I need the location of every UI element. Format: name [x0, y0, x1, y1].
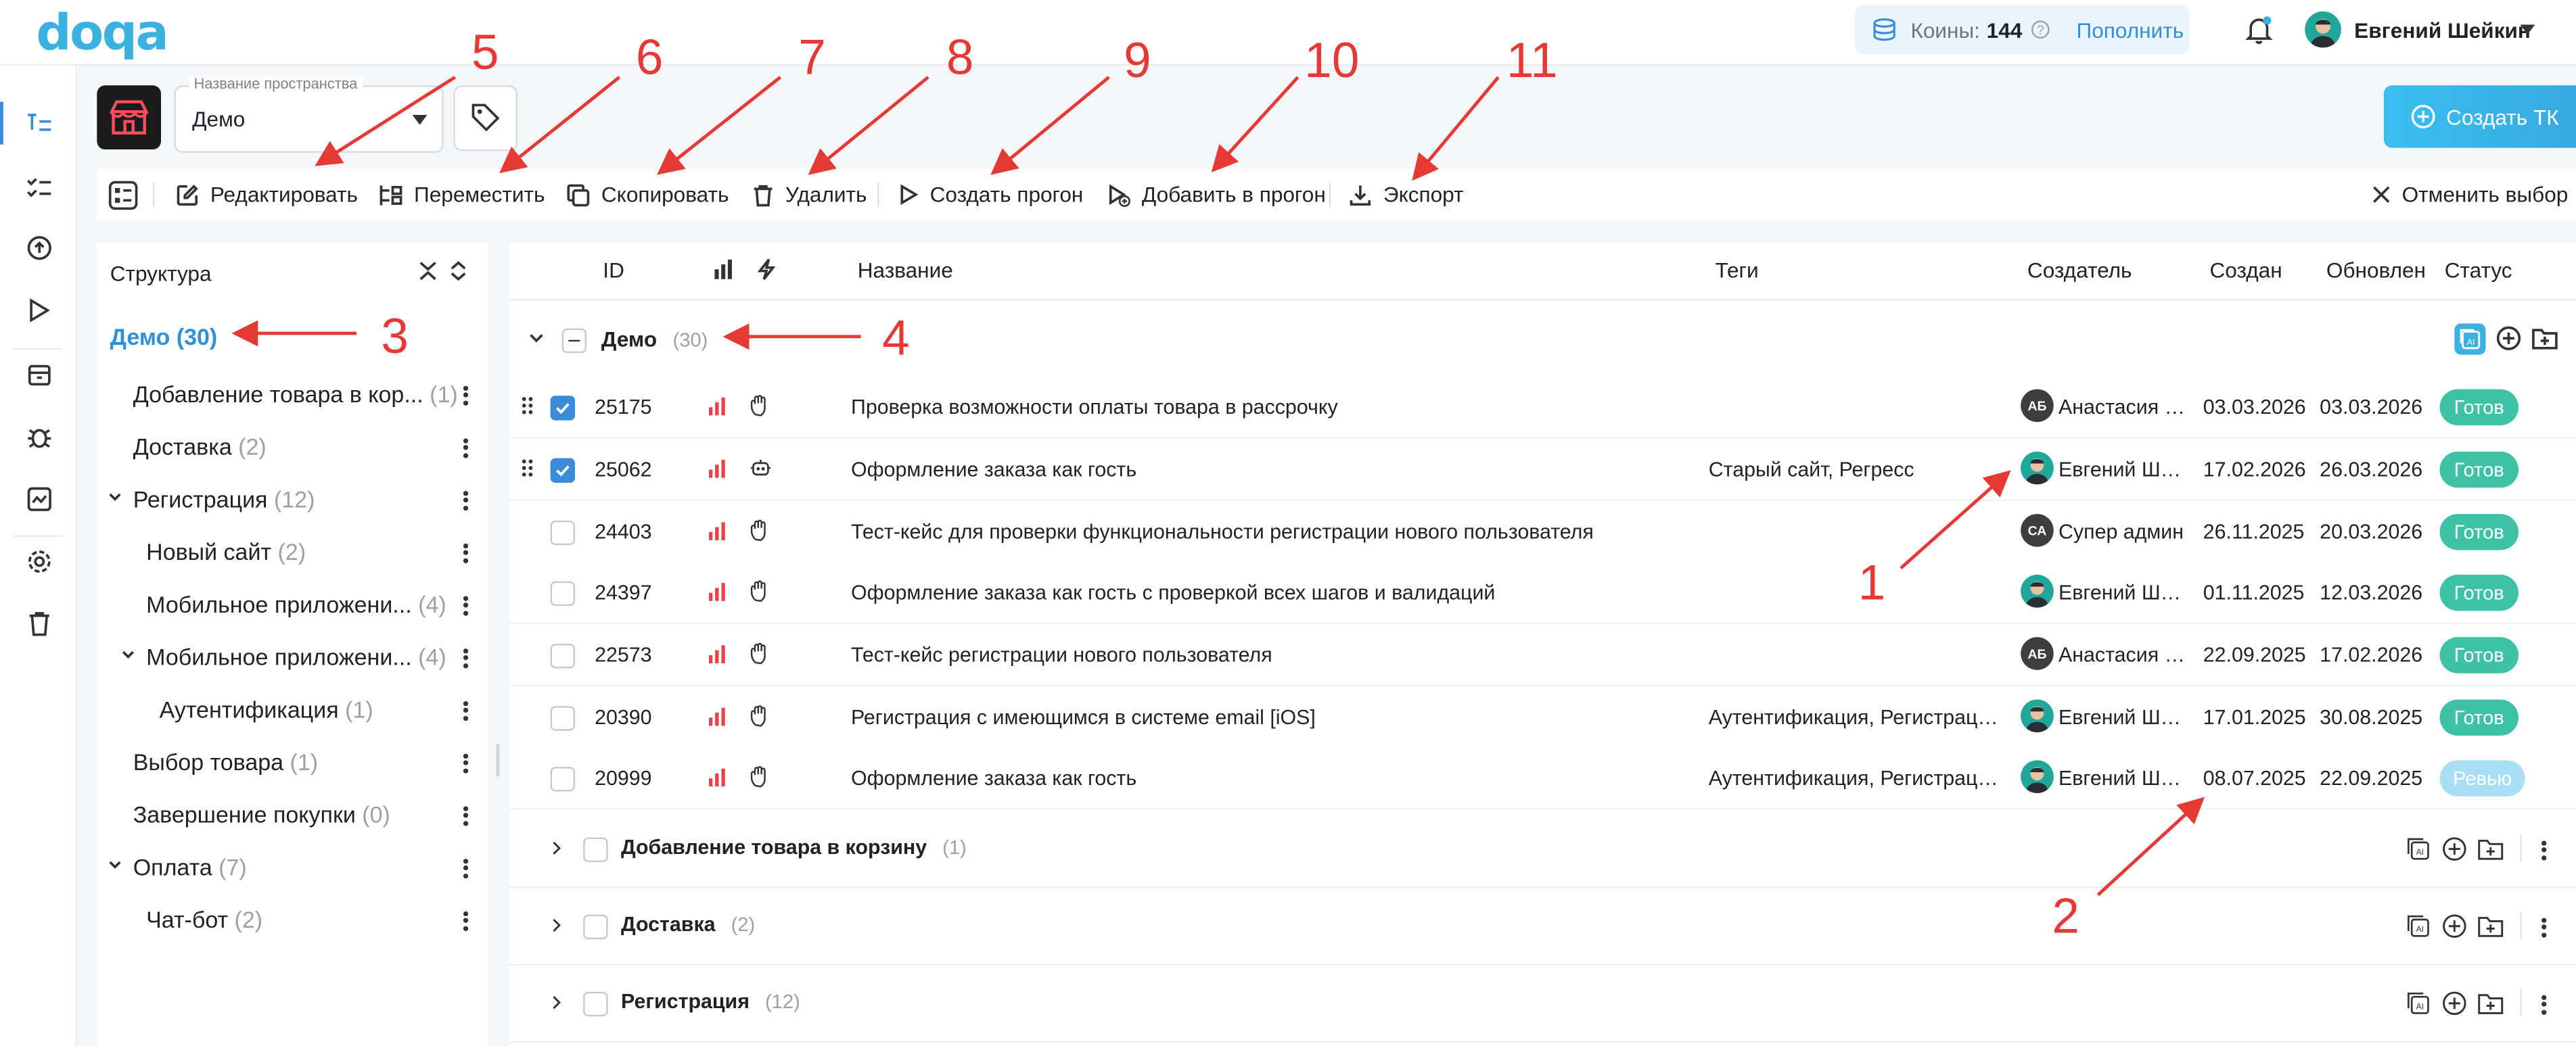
annotation-number: 1 — [1858, 556, 1886, 611]
annotation-number: 7 — [798, 31, 826, 86]
annotation-number: 11 — [1506, 34, 1558, 89]
annotation-arrow — [2096, 797, 2205, 897]
annotation-number: 9 — [1124, 34, 1151, 89]
annotation-number: 4 — [882, 312, 910, 366]
annotation-arrow — [315, 76, 457, 166]
annotation-arrow — [1211, 76, 1300, 172]
annotation-number: 2 — [2052, 890, 2079, 945]
annotation-number: 6 — [635, 31, 664, 86]
annotation-arrow — [1900, 470, 2011, 570]
annotation-arrow — [657, 76, 782, 175]
annotation-arrow — [990, 76, 1110, 175]
annotation-number: 10 — [1304, 34, 1360, 89]
annotation-number: 8 — [946, 31, 974, 86]
annotation-arrows — [231, 76, 2205, 897]
annotation-number: 3 — [381, 310, 409, 365]
annotation-arrow — [808, 76, 929, 175]
annotation-arrow — [1412, 76, 1500, 181]
annotation-number: 5 — [472, 26, 499, 81]
annotation-arrow — [499, 76, 621, 174]
